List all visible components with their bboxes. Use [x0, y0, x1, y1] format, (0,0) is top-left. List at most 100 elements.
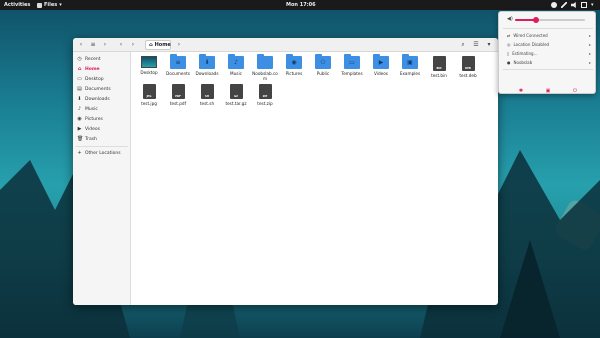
chevron-right-icon: ▸ [588, 50, 591, 56]
folder-templates-icon: ▭ [344, 54, 360, 69]
view-options-icon[interactable]: ▾ [485, 41, 493, 49]
path-bar[interactable]: ⌂ Home [145, 40, 171, 50]
file-name: Documents [166, 71, 190, 76]
file-bin-icon: BIN [432, 56, 446, 71]
forward-icon[interactable]: › [101, 41, 109, 49]
sidebar-item-documents[interactable]: ▤ Documents [73, 84, 131, 94]
volume-icon: ◀) [507, 16, 513, 22]
settings-icon[interactable]: ✱ [517, 87, 525, 95]
volume-slider-knob[interactable] [533, 17, 539, 23]
file-item[interactable]: ◉ Pictures [280, 54, 308, 96]
menu-item-label: Estimating… [512, 50, 538, 56]
sidebar-item-pictures[interactable]: ◉ Pictures [73, 114, 131, 124]
menu-actions: ✱ ▣ ⏻ [499, 87, 597, 95]
file-item[interactable]: ▭ Templates [338, 54, 366, 96]
trash-icon: 🗑 [77, 135, 84, 142]
sidebar-item-label: Home [85, 66, 100, 72]
file-archive-icon: GZ [229, 84, 243, 99]
sidebar-item-recent[interactable]: ◷ Recent [73, 54, 131, 64]
file-item[interactable]: SH test.sh [193, 84, 221, 124]
power-icon[interactable]: ⏻ [571, 87, 579, 95]
back-icon[interactable]: ‹ [77, 41, 85, 49]
user-icon: ● [507, 59, 511, 65]
clock[interactable]: Mon 17:06 [286, 2, 316, 8]
file-item[interactable]: PDF test.pdf [164, 84, 192, 124]
downloads-icon: ⬇ [77, 95, 82, 102]
videos-icon: ▶ [77, 125, 82, 132]
sidebar-item-videos[interactable]: ▶ Videos [73, 124, 131, 134]
network-icon: ⇄ [507, 32, 511, 38]
file-name: test.jpg [141, 101, 157, 106]
file-name: Examples [399, 71, 421, 76]
file-name: Public [316, 71, 330, 76]
sidebar-item-label: Pictures [85, 116, 103, 122]
folder-videos-icon: ▶ [373, 54, 389, 69]
forward-button[interactable]: › [129, 41, 137, 49]
back-button[interactable]: ‹ [117, 41, 125, 49]
file-name: Templates [341, 71, 363, 76]
path-forward-icon[interactable]: › [175, 41, 183, 49]
sidebar: ◷ Recent ⌂ Home ▭ Desktop ▤ Documents ⬇ … [73, 52, 131, 305]
menu-divider [503, 69, 593, 70]
folder-pictures-icon: ◉ [286, 54, 302, 69]
music-icon: ♪ [77, 105, 82, 112]
menu-item-network[interactable]: ⇄ Wired Connected ▸ [507, 31, 591, 39]
menu-item-battery[interactable]: ▯ Estimating… ▸ [507, 49, 591, 57]
folder-documents-icon: ≡ [170, 54, 186, 69]
activities-button[interactable]: Activities [4, 2, 30, 8]
pictures-icon: ◉ [77, 115, 82, 122]
chevron-right-icon: ▸ [588, 59, 591, 65]
file-sh-icon: SH [200, 84, 214, 99]
sidebar-item-music[interactable]: ♪ Music [73, 104, 131, 114]
menu-item-user[interactable]: ● Noobslab ▸ [507, 58, 591, 66]
file-item[interactable]: BIN test.bin [425, 56, 453, 96]
menu-item-label: Location Disabled [513, 41, 550, 47]
top-bar: Activities Files ▾ Mon 17:06 ▾ [0, 0, 600, 10]
sidebar-item-label: Trash [85, 136, 97, 142]
file-item[interactable]: JPG test.jpg [135, 84, 163, 124]
home-icon: ⌂ [149, 42, 153, 48]
volume-slider[interactable] [515, 17, 585, 23]
battery-icon: ▯ [507, 50, 510, 56]
file-item[interactable]: ZIP test.zip [251, 84, 279, 124]
file-name: test.tar.gz [225, 101, 247, 106]
volume-icon [571, 2, 576, 8]
menu-item-label: Wired Connected [513, 32, 548, 38]
sidebar-item-downloads[interactable]: ⬇ Downloads [73, 94, 131, 104]
file-name: Desktop [140, 70, 158, 75]
chevron-right-icon: ▸ [588, 32, 591, 38]
lock-icon[interactable]: ▣ [544, 87, 552, 95]
clock-icon: ◷ [77, 55, 82, 62]
sidebar-item-label: Music [85, 106, 98, 112]
sidebar-item-other-locations[interactable]: + Other Locations [73, 148, 131, 158]
pen-icon [561, 2, 567, 8]
file-item[interactable]: ▣ Examples [396, 54, 424, 96]
menu-item-label: Noobslab [513, 59, 533, 65]
menu-icon[interactable]: ≡ [89, 41, 97, 49]
path-segment-home: Home [154, 42, 171, 48]
file-item[interactable]: DEB test.deb [454, 56, 482, 96]
folder-examples-icon: ▣ [402, 54, 418, 69]
status-area[interactable]: ▾ [551, 1, 596, 9]
chevron-down-icon: ▾ [59, 2, 62, 8]
sidebar-item-trash[interactable]: 🗑 Trash [73, 134, 131, 144]
file-item[interactable]: ⚇ Public [309, 54, 337, 96]
file-item[interactable]: GZ test.tar.gz [222, 84, 250, 124]
menu-divider [503, 28, 593, 29]
file-item[interactable]: ▶ Videos [367, 54, 395, 96]
file-name: test.bin [431, 73, 447, 78]
system-menu: ◀) ⇄ Wired Connected ▸ ◎ Location Disabl… [498, 11, 596, 94]
file-name: test.zip [257, 101, 273, 106]
file-name: test.pdf [169, 101, 187, 106]
file-name: test.sh [199, 101, 215, 106]
folder-icon [257, 54, 273, 69]
app-menu-files[interactable]: Files ▾ [37, 2, 62, 8]
view-list-icon[interactable]: ☰ [472, 41, 480, 49]
menu-item-location[interactable]: ◎ Location Disabled ▸ [507, 40, 591, 48]
home-icon: ⌂ [77, 65, 82, 72]
search-icon[interactable]: ⌕ [459, 41, 467, 49]
sidebar-item-desktop[interactable]: ▭ Desktop [73, 74, 131, 84]
folder-downloads-icon: ⬇ [199, 54, 215, 69]
file-name: Music [230, 71, 242, 76]
sidebar-item-home[interactable]: ⌂ Home [73, 64, 131, 74]
